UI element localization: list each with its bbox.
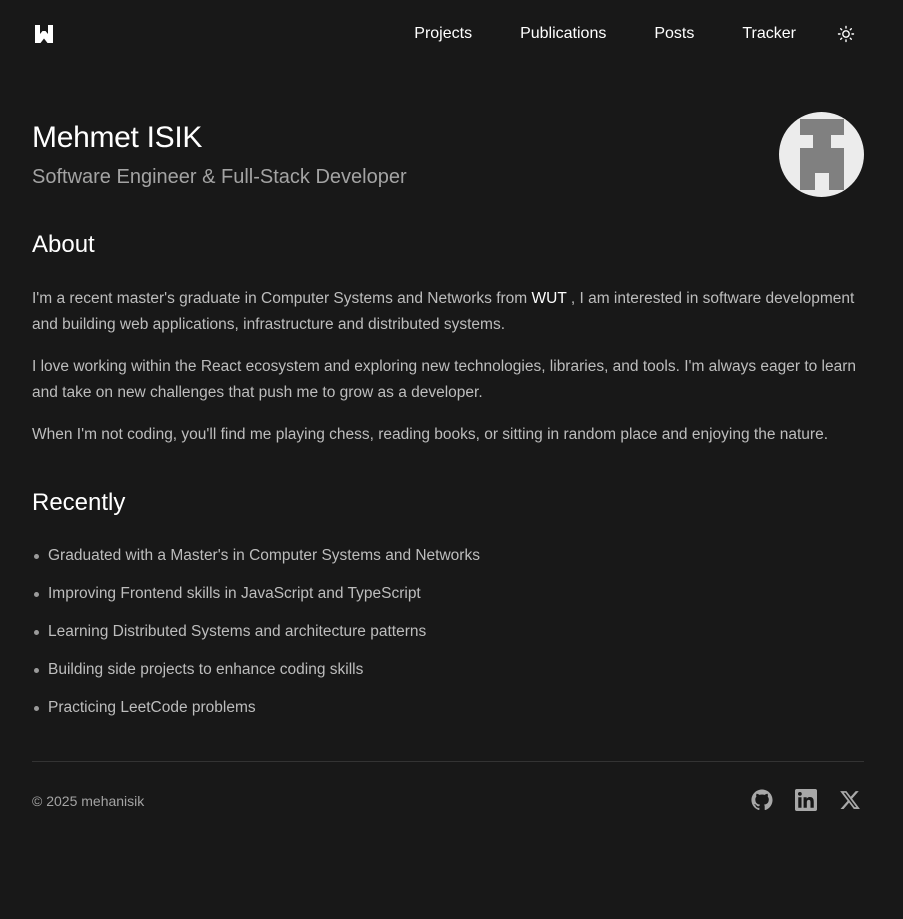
footer-divider xyxy=(32,761,864,762)
x-twitter-icon[interactable] xyxy=(839,789,861,811)
avatar xyxy=(779,112,864,197)
list-item: Building side projects to enhance coding… xyxy=(32,659,480,697)
avatar-logo xyxy=(800,119,844,190)
linkedin-icon[interactable] xyxy=(795,789,817,811)
recently-heading: Recently xyxy=(32,489,126,516)
nav-projects[interactable]: Projects xyxy=(414,24,472,44)
main-nav: Projects Publications Posts Tracker xyxy=(414,24,796,44)
list-item: Learning Distributed Systems and archite… xyxy=(32,621,480,659)
site-header: Projects Publications Posts Tracker xyxy=(0,0,903,68)
profile-name: Mehmet ISIK xyxy=(32,121,203,154)
about-paragraph-2: I love working within the React ecosyste… xyxy=(32,358,857,401)
sun-icon[interactable] xyxy=(837,25,855,43)
list-item: Practicing LeetCode problems xyxy=(32,697,480,735)
nav-publications[interactable]: Publications xyxy=(520,24,606,44)
list-item: Improving Frontend skills in JavaScript … xyxy=(32,583,480,621)
about-p1-text-before: I'm a recent master's graduate in Comput… xyxy=(32,290,532,307)
copyright-text: © 2025 mehanisik xyxy=(32,793,145,809)
w-logo-icon[interactable] xyxy=(35,25,53,43)
nav-posts[interactable]: Posts xyxy=(654,24,694,44)
about-paragraph-1: I'm a recent master's graduate in Comput… xyxy=(32,286,862,338)
profile-role: Software Engineer & Full-Stack Developer xyxy=(32,166,407,188)
github-icon[interactable] xyxy=(751,789,773,811)
about-heading: About xyxy=(32,231,95,258)
about-paragraph-3: When I'm not coding, you'll find me play… xyxy=(32,426,829,443)
page: Projects Publications Posts Tracker Mehm… xyxy=(0,0,903,919)
nav-tracker[interactable]: Tracker xyxy=(742,24,796,44)
wut-link[interactable]: WUT xyxy=(532,290,567,307)
list-item: Graduated with a Master's in Computer Sy… xyxy=(32,545,480,583)
recently-list: Graduated with a Master's in Computer Sy… xyxy=(32,545,480,735)
